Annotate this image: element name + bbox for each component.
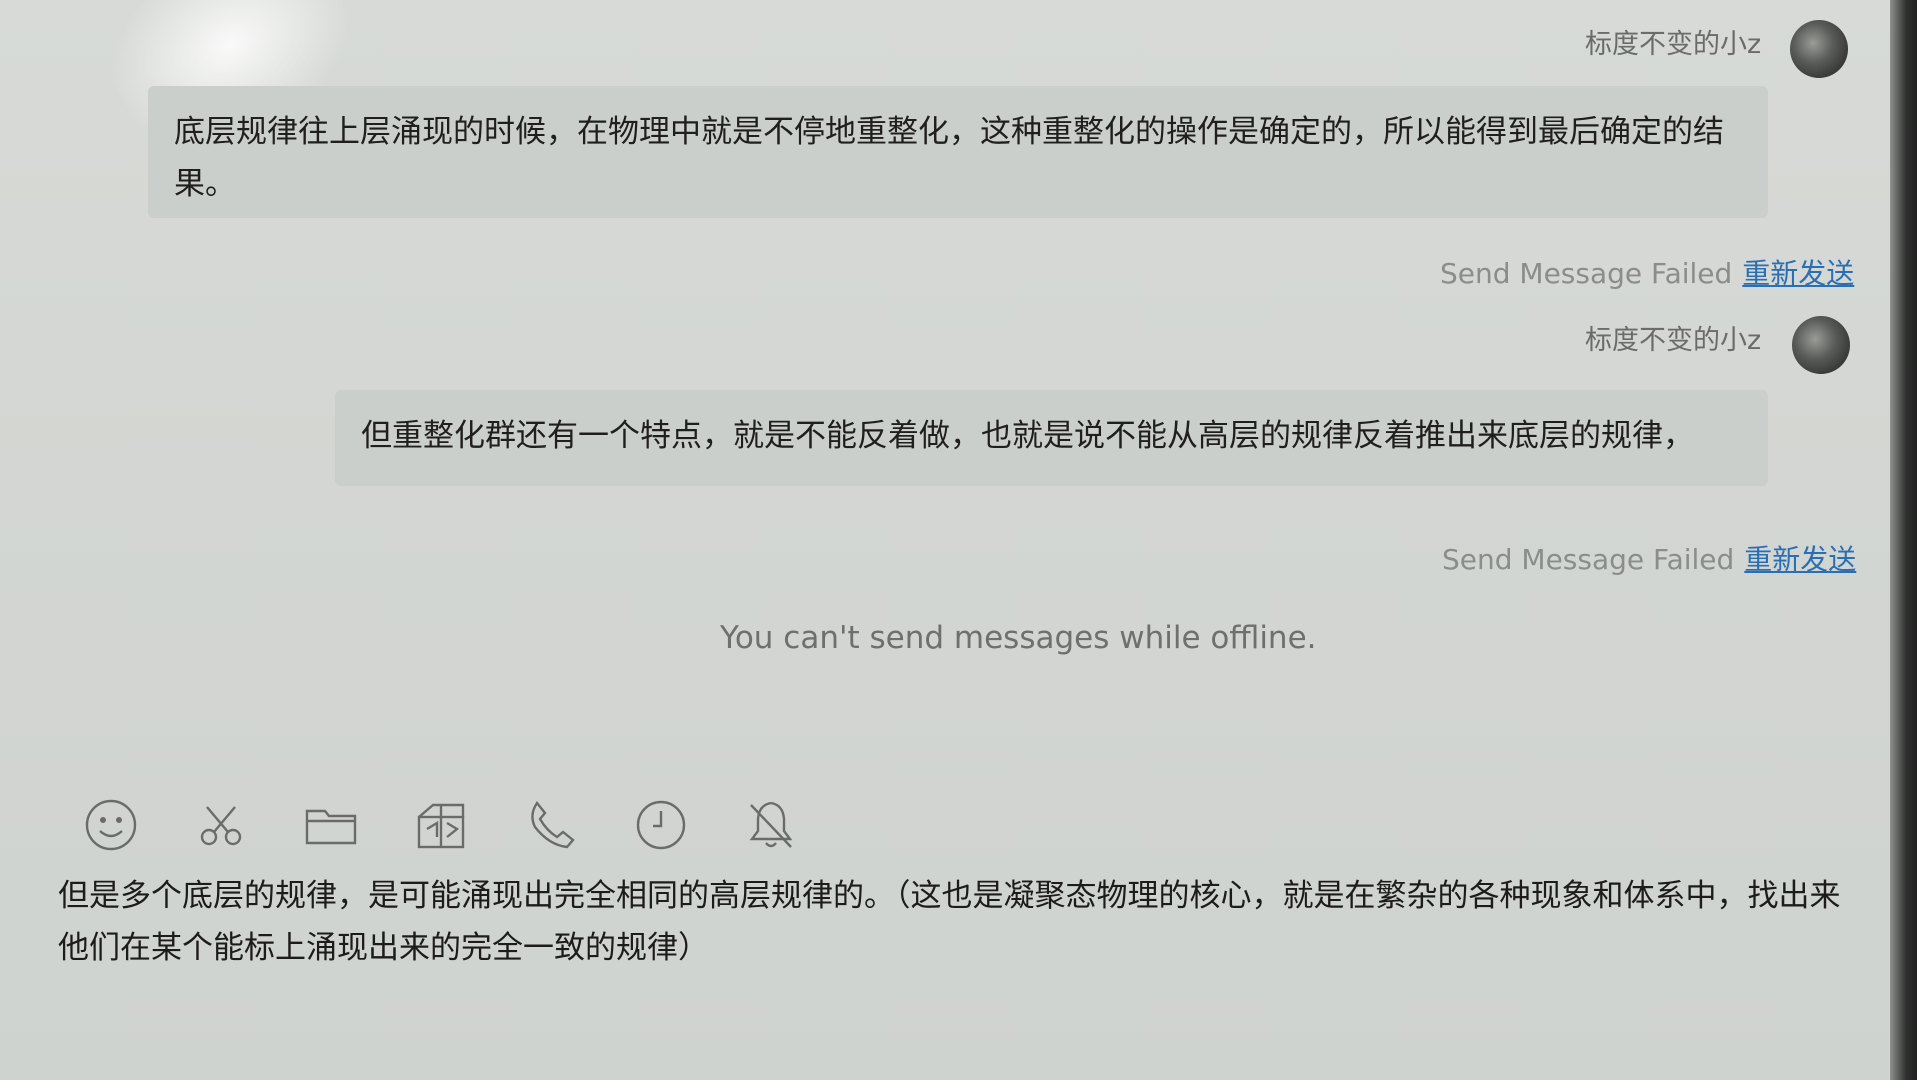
scissors-icon[interactable] bbox=[192, 796, 250, 854]
monitor-edge bbox=[1890, 0, 1917, 1080]
clock-icon[interactable] bbox=[632, 796, 690, 854]
send-failed-text: Send Message Failed bbox=[1442, 543, 1735, 576]
send-failed-status: Send Message Failed 重新发送 bbox=[1440, 252, 1854, 292]
resend-link[interactable]: 重新发送 bbox=[1744, 543, 1856, 576]
message-input[interactable]: 但是多个底层的规律，是可能涌现出完全相同的高层规律的。（这也是凝聚态物理的核心，… bbox=[58, 870, 1858, 1040]
bell-off-icon[interactable] bbox=[742, 796, 800, 854]
resend-link[interactable]: 重新发送 bbox=[1742, 257, 1854, 290]
emoji-icon[interactable] bbox=[82, 796, 140, 854]
send-failed-text: Send Message Failed bbox=[1440, 257, 1733, 290]
avatar[interactable] bbox=[1790, 20, 1848, 78]
send-failed-status: Send Message Failed 重新发送 bbox=[1442, 538, 1856, 578]
phone-icon[interactable] bbox=[522, 796, 580, 854]
avatar[interactable] bbox=[1792, 316, 1850, 374]
chat-message-list[interactable]: 标度不变的小z 底层规律往上层涌现的时候，在物理中就是不停地重整化，这种重整化的… bbox=[0, 0, 1890, 760]
folder-icon[interactable] bbox=[302, 796, 360, 854]
gift-icon[interactable] bbox=[412, 796, 470, 854]
message-bubble[interactable]: 但重整化群还有一个特点，就是不能反着做，也就是说不能从高层的规律反着推出来底层的… bbox=[335, 390, 1768, 486]
message-sender-name: 标度不变的小z bbox=[1585, 29, 1762, 60]
message-sender-name: 标度不变的小z bbox=[1585, 325, 1762, 356]
offline-notice: You can't send messages while offline. bbox=[720, 620, 1317, 656]
input-toolbar bbox=[82, 790, 800, 860]
message-bubble[interactable]: 底层规律往上层涌现的时候，在物理中就是不停地重整化，这种重整化的操作是确定的，所… bbox=[148, 86, 1768, 218]
